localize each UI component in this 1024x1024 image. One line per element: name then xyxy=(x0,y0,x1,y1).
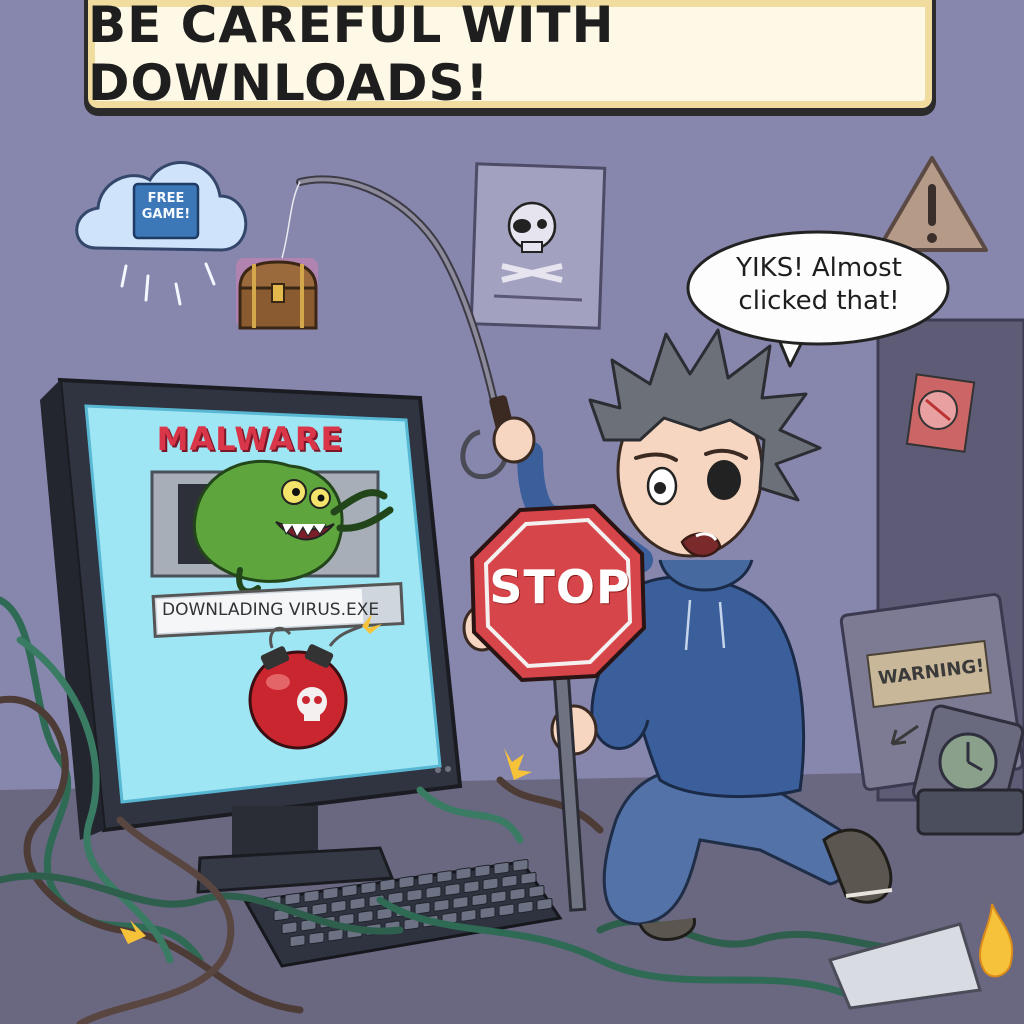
cartoon-scene xyxy=(0,0,1024,1024)
progress-label: DOWNLADING VIRUS.EXE xyxy=(162,600,380,620)
award-ribbon-icon xyxy=(905,373,976,453)
keyboard-key xyxy=(406,888,423,902)
keyboard-key xyxy=(471,893,488,907)
malware-heading: MALWARE xyxy=(156,420,344,458)
keyboard-key xyxy=(327,928,344,942)
keyboard-key xyxy=(474,864,491,878)
malware-monster-icon xyxy=(150,459,394,595)
keyboard-key xyxy=(460,909,477,922)
keyboard-key xyxy=(379,878,396,892)
keyboard-key xyxy=(360,881,377,895)
keyboard-key xyxy=(357,910,374,923)
broken-device xyxy=(916,788,1024,836)
title-banner: BE CAREFUL WITH DOWNLOADS! xyxy=(84,0,936,112)
keyboard-key xyxy=(452,896,469,909)
pirate-poster xyxy=(469,162,607,330)
keyboard-key xyxy=(520,871,537,885)
keyboard-key xyxy=(463,880,480,894)
keyboard-key xyxy=(414,901,431,915)
keyboard-key xyxy=(509,887,526,901)
speech-bubble-text: YIKS! Almost clicked that! xyxy=(736,253,902,316)
keyboard-key xyxy=(493,861,510,875)
keyboard-key xyxy=(303,889,320,903)
keyboard-key xyxy=(387,891,404,905)
keyboard-key xyxy=(528,885,545,898)
keyboard-key xyxy=(455,867,472,880)
keyboard-key xyxy=(444,883,461,896)
keyboard-key xyxy=(433,899,450,912)
keyboard-key xyxy=(311,902,328,916)
banner-title: BE CAREFUL WITH DOWNLOADS! xyxy=(88,0,615,112)
keyboard-key xyxy=(417,873,434,886)
keyboard-key xyxy=(281,921,298,935)
keyboard-key xyxy=(479,906,496,919)
keyboard-key xyxy=(501,874,518,888)
keyboard-key xyxy=(330,900,347,913)
treasure-chest-icon xyxy=(236,258,318,330)
keyboard-key xyxy=(498,903,515,917)
keyboard-key xyxy=(512,858,529,872)
keyboard-key xyxy=(398,875,415,889)
keyboard-key xyxy=(284,892,301,906)
keyboard-key xyxy=(341,884,358,897)
keyboard-key xyxy=(490,890,507,904)
stop-sign-label: STOP xyxy=(489,560,631,614)
keyboard-key xyxy=(482,877,499,891)
keyboard-key xyxy=(289,934,306,948)
keyboard-key xyxy=(436,870,453,883)
keyboard-key xyxy=(349,897,366,910)
free-game-label: FREE GAME! xyxy=(141,191,191,222)
keyboard-key xyxy=(425,885,442,899)
keyboard-key xyxy=(322,887,339,900)
keyboard-key xyxy=(308,931,325,945)
keyboard-key xyxy=(517,900,534,914)
keyboard-key xyxy=(536,897,553,911)
